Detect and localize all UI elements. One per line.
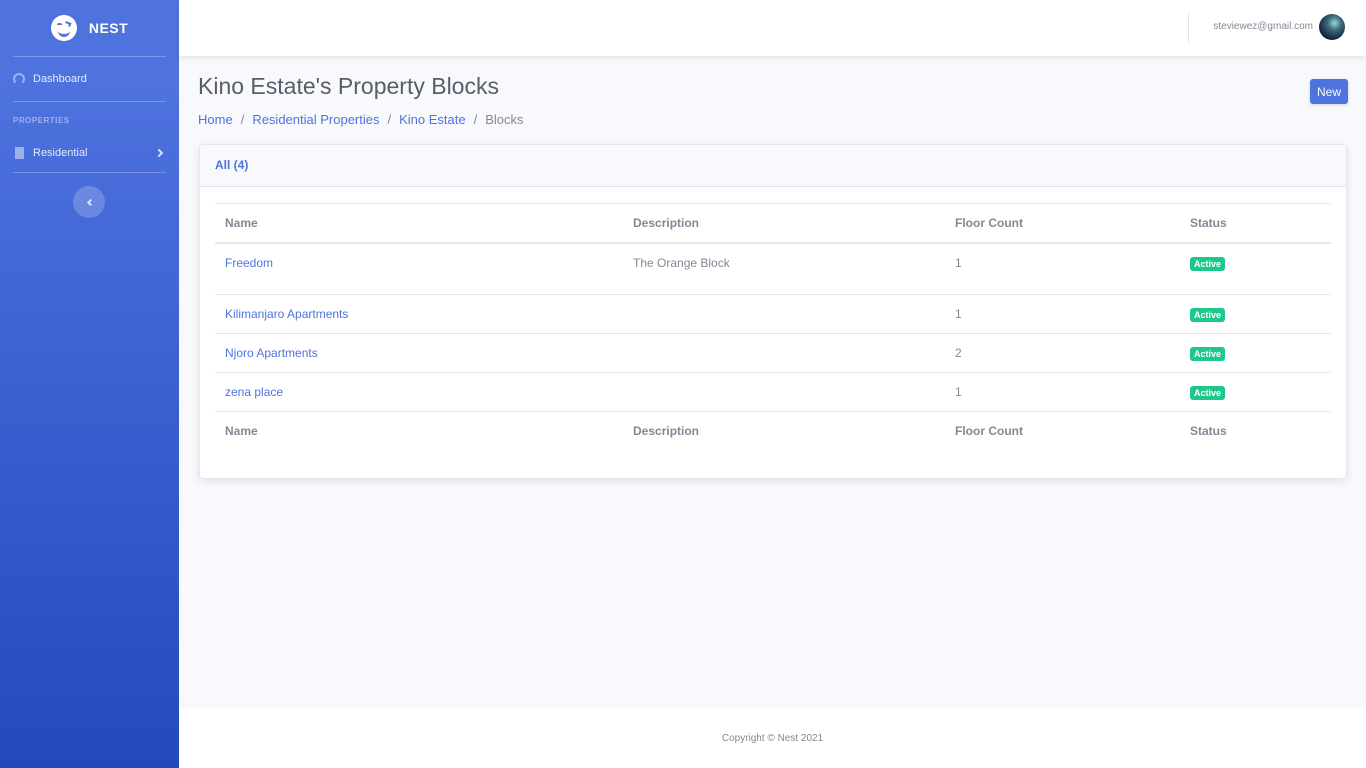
table-row: zena place 1 Active — [215, 372, 1331, 412]
breadcrumb-kino-estate[interactable]: Kino Estate — [399, 112, 466, 127]
block-floor-count: 2 — [945, 333, 1180, 373]
breadcrumb-separator: / — [240, 112, 245, 127]
block-floor-count: 1 — [945, 294, 1180, 334]
block-description — [623, 294, 945, 334]
column-header-name[interactable]: Name — [215, 203, 623, 244]
sidebar-item-residential[interactable]: Residential — [0, 134, 179, 172]
user-email[interactable]: steviewez@gmail.com — [1213, 21, 1313, 32]
sidebar-item-dashboard[interactable]: Dashboard — [0, 57, 179, 101]
sidebar-toggle-button[interactable] — [73, 186, 105, 218]
user-avatar[interactable] — [1319, 14, 1345, 40]
breadcrumb-separator: / — [473, 112, 478, 127]
block-description — [623, 372, 945, 412]
status-badge: Active — [1190, 385, 1226, 400]
breadcrumb-current: Blocks — [485, 112, 524, 127]
table-row: Kilimanjaro Apartments 1 Active — [215, 294, 1331, 334]
building-icon — [15, 147, 24, 159]
block-floor-count: 1 — [945, 372, 1180, 412]
block-name-link[interactable]: zena place — [225, 385, 283, 399]
column-footer-description: Description — [623, 411, 945, 450]
chevron-left-icon — [86, 198, 94, 206]
column-footer-name: Name — [215, 411, 623, 450]
footer: Copyright © Nest 2021 — [179, 708, 1366, 768]
blocks-table: Name Description Floor Count Status Free… — [215, 203, 1331, 450]
breadcrumb-home[interactable]: Home — [198, 112, 233, 127]
status-badge: Active — [1190, 307, 1226, 322]
breadcrumb-separator: / — [387, 112, 392, 127]
column-header-description[interactable]: Description — [623, 203, 945, 244]
block-name-link[interactable]: Kilimanjaro Apartments — [225, 307, 348, 321]
sidebar-item-label: Residential — [33, 147, 88, 159]
page-title: Kino Estate's Property Blocks — [198, 73, 499, 99]
topbar-divider — [1188, 12, 1189, 44]
column-footer-floor-count: Floor Count — [945, 411, 1180, 450]
sidebar-item-label: Dashboard — [33, 73, 87, 85]
table-row: Njoro Apartments 2 Active — [215, 333, 1331, 373]
blocks-card: All (4) Name Description Floor Count Sta… — [199, 144, 1347, 479]
new-button[interactable]: New — [1310, 79, 1348, 104]
breadcrumb-residential-properties[interactable]: Residential Properties — [252, 112, 379, 127]
sidebar-divider — [13, 172, 166, 173]
brand-link[interactable]: NEST — [0, 0, 179, 56]
brand-name: NEST — [88, 20, 129, 36]
topbar: steviewez@gmail.com — [179, 0, 1366, 56]
sidebar: NEST Dashboard PROPERTIES Residential — [0, 0, 179, 768]
tachometer-icon — [13, 73, 25, 85]
column-header-status[interactable]: Status — [1180, 203, 1331, 244]
sidebar-heading: PROPERTIES — [13, 116, 70, 125]
laugh-wink-icon — [50, 15, 77, 41]
card-header: All (4) — [200, 145, 1346, 187]
table-header-row: Name Description Floor Count Status — [215, 203, 1331, 244]
breadcrumb: Home / Residential Properties / Kino Est… — [198, 112, 524, 127]
chevron-right-icon — [154, 148, 164, 158]
status-badge: Active — [1190, 346, 1226, 361]
table-footer-row: Name Description Floor Count Status — [215, 411, 1331, 450]
table-row: Freedom The Orange Block 1 Active — [215, 243, 1331, 295]
column-header-floor-count[interactable]: Floor Count — [945, 203, 1180, 244]
block-floor-count: 1 — [955, 255, 962, 270]
block-name-link[interactable]: Freedom — [225, 256, 273, 270]
block-description: The Orange Block — [633, 255, 730, 270]
status-badge: Active — [1190, 256, 1226, 271]
tab-all[interactable]: All (4) — [215, 158, 248, 172]
copyright-text: Copyright © Nest 2021 — [721, 732, 824, 744]
column-footer-status: Status — [1180, 411, 1331, 450]
block-description — [623, 333, 945, 373]
block-name-link[interactable]: Njoro Apartments — [225, 346, 318, 360]
